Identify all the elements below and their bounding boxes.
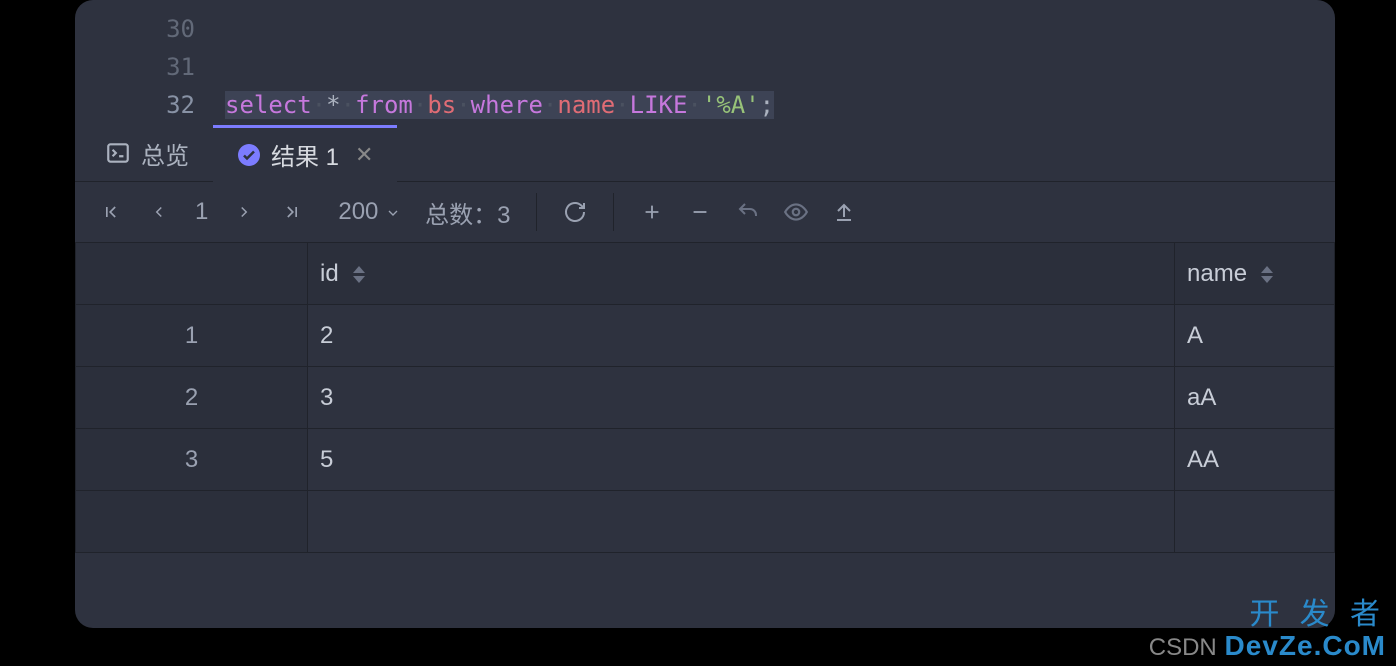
table-row[interactable]: 1 2 A: [76, 305, 1335, 367]
sql-client-window: 30 31 32 select·*·from·bs·where·name·LIK…: [75, 0, 1335, 628]
export-button[interactable]: [824, 192, 864, 232]
next-page-button[interactable]: [224, 192, 264, 232]
prev-page-button[interactable]: [139, 192, 179, 232]
tab-label: 总览: [141, 136, 189, 171]
tab-label: 结果 1: [271, 137, 339, 172]
undo-button[interactable]: [728, 192, 768, 232]
sort-icon[interactable]: [1261, 266, 1273, 283]
column-header-name[interactable]: name: [1175, 243, 1335, 305]
total-count: 总数：3: [417, 195, 518, 230]
page-size[interactable]: 200: [330, 198, 409, 226]
cell-id[interactable]: 5: [308, 429, 1175, 491]
results-toolbar: 1 200 总数：3: [75, 182, 1335, 242]
row-number: 2: [76, 367, 308, 429]
page-number: 1: [187, 198, 216, 226]
tab-overview[interactable]: 总览: [81, 125, 213, 181]
column-header-id[interactable]: id: [308, 243, 1175, 305]
add-row-button[interactable]: [632, 192, 672, 232]
watermark: 开 发 者 CSDN DevZe.CoM: [1149, 598, 1386, 662]
last-page-button[interactable]: [272, 192, 312, 232]
row-number: 1: [76, 305, 308, 367]
chevron-down-icon: [385, 205, 401, 221]
sql-statement[interactable]: select·*·from·bs·where·name·LIKE·'%A';: [225, 91, 774, 119]
cell-name[interactable]: AA: [1175, 429, 1335, 491]
table-header-row: id name: [76, 243, 1335, 305]
line-number: 32: [75, 91, 225, 119]
table-row[interactable]: 3 5 AA: [76, 429, 1335, 491]
view-button[interactable]: [776, 192, 816, 232]
close-icon[interactable]: ✕: [355, 142, 373, 168]
line-number: 30: [75, 15, 225, 43]
result-tabs: 总览 结果 1 ✕: [75, 124, 1335, 182]
cell-name[interactable]: A: [1175, 305, 1335, 367]
first-page-button[interactable]: [91, 192, 131, 232]
line-number: 31: [75, 53, 225, 81]
cell-id[interactable]: 3: [308, 367, 1175, 429]
table-row[interactable]: 2 3 aA: [76, 367, 1335, 429]
results-table: id name 1 2 A 2 3 aA 3 5 AA: [75, 242, 1335, 553]
row-number: 3: [76, 429, 308, 491]
cell-id[interactable]: 2: [308, 305, 1175, 367]
terminal-icon: [105, 140, 131, 166]
sort-icon[interactable]: [353, 266, 365, 283]
refresh-button[interactable]: [555, 192, 595, 232]
tab-result-1[interactable]: 结果 1 ✕: [213, 125, 397, 181]
delete-row-button[interactable]: [680, 192, 720, 232]
table-row-empty: [76, 491, 1335, 553]
sql-editor[interactable]: 30 31 32 select·*·from·bs·where·name·LIK…: [75, 0, 1335, 124]
rownum-header: [76, 243, 308, 305]
cell-name[interactable]: aA: [1175, 367, 1335, 429]
check-circle-icon: [237, 143, 261, 167]
